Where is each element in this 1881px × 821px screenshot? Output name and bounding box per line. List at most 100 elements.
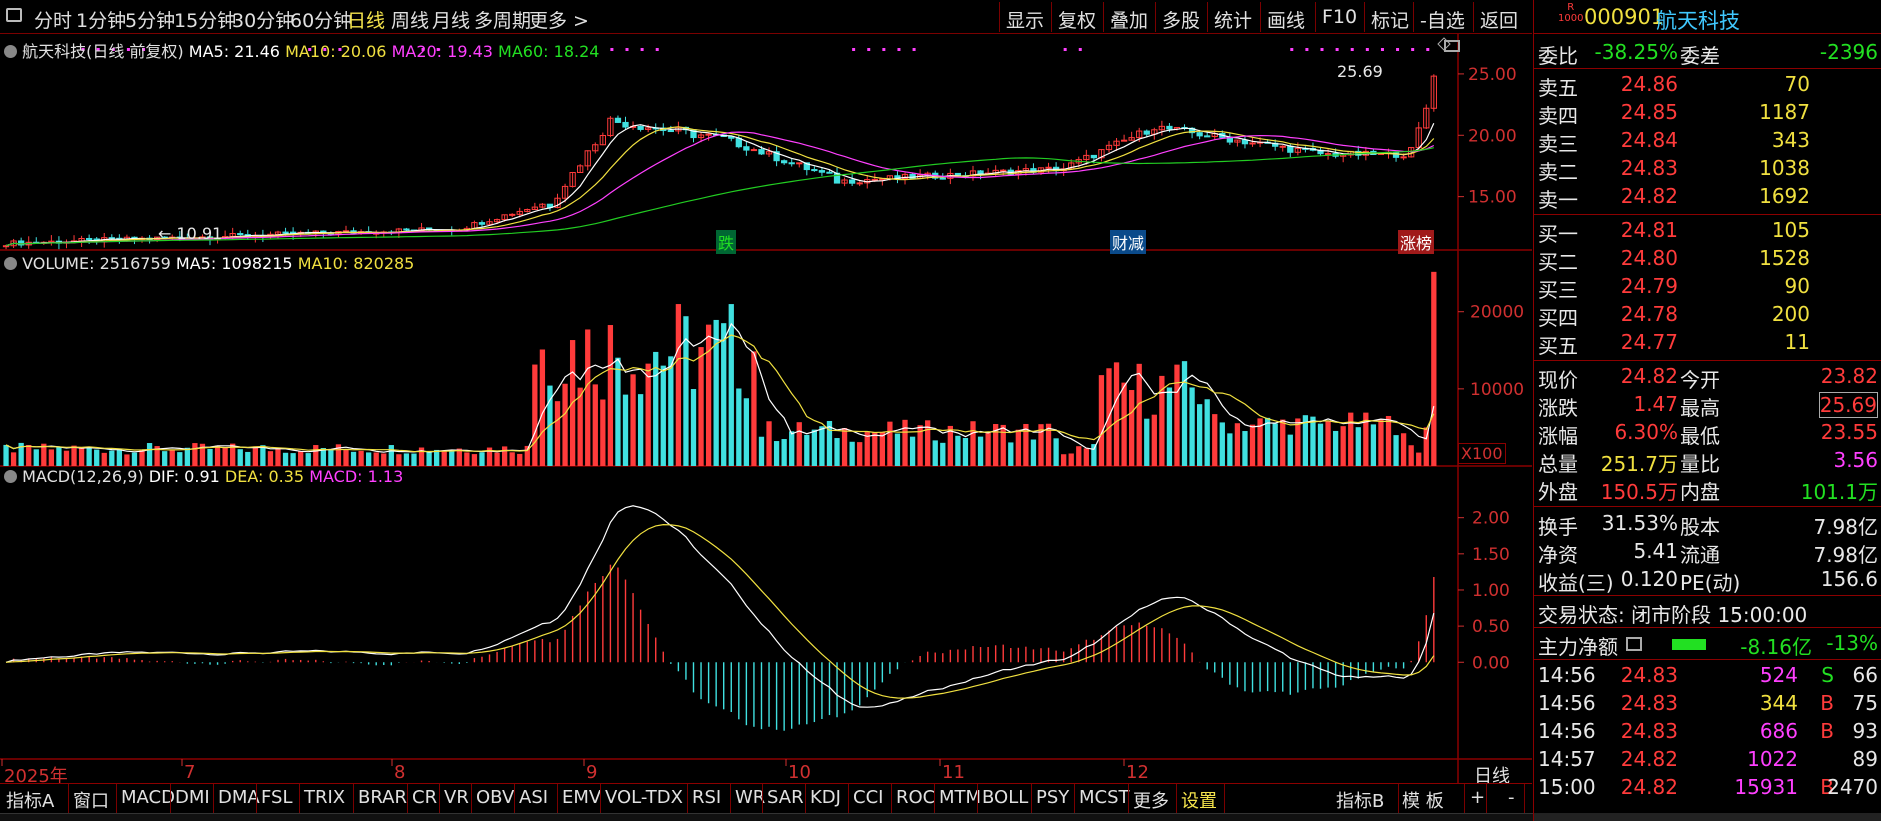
quote-label: 现价 [1538,368,1578,392]
indicator-tab-5[interactable]: FSL [261,787,293,808]
indicator-tab-2[interactable]: MACD [121,787,175,808]
event-tag-fall[interactable]: 跌 [716,230,737,254]
event-tag-reduce[interactable]: 财减 [1110,230,1147,254]
bid-row[interactable]: 买一 24.81 105 [1534,218,1881,246]
volume-bar [562,383,568,466]
weicha-label: 委差 [1680,44,1720,68]
volume-bar [1008,442,1014,466]
period-tab-0[interactable]: 分时 [34,6,72,33]
tool-button-1[interactable]: 复权 [1058,6,1096,33]
quote-label: 流通 [1680,543,1720,567]
indicator-tabs: 指标A 窗口 MACD DMI DMA FSL TRIX BRAR CR VR OBV ASI EMV V… [0,783,1532,814]
tool-button-2[interactable]: 叠加 [1110,6,1148,33]
ask-row[interactable]: 卖五 24.86 70 [1534,72,1881,100]
tool-button-6[interactable]: F10 [1322,6,1357,28]
quote-label: 股本 [1680,515,1720,539]
period-tab-3[interactable]: 15分钟 [174,6,236,33]
toolbar-divider [1260,2,1261,32]
volume-bar [222,447,228,466]
quote-row: 现价 24.82 今开 23.82 [1534,364,1881,392]
signal-dot [1078,48,1082,51]
indicator-tab-0[interactable]: 指标A [6,787,54,813]
bid-row[interactable]: 买四 24.78 200 [1534,302,1881,330]
low-price-value: 10.91 [176,224,223,243]
period-tab-4[interactable]: 30分钟 [232,6,294,33]
ask-row[interactable]: 卖四 24.85 1187 [1534,100,1881,128]
list-icon[interactable] [1626,637,1642,651]
indicator-tab-21[interactable]: BOLL [982,787,1028,808]
indicator-tab-26[interactable]: 指标B [1336,787,1384,813]
event-tag-rank[interactable]: 涨榜 [1398,230,1435,254]
bid-row[interactable]: 买三 24.79 90 [1534,274,1881,302]
quote-row: 换手 31.53% 股本 7.98亿 [1534,511,1881,539]
indicator-tab-15[interactable]: WR [735,787,765,808]
indicator-tab-17[interactable]: KDJ [810,787,841,808]
window-menu-icon[interactable] [6,8,22,22]
period-tab-7[interactable]: 周线 [391,6,429,33]
indicator-tab-1[interactable]: 窗口 [73,787,109,813]
indicator-tab-9[interactable]: VR [444,787,469,808]
bid-row[interactable]: 买二 24.80 1528 [1534,246,1881,274]
tool-button-3[interactable]: 多股 [1162,6,1200,33]
indicator-tab-4[interactable]: DMA [218,787,260,808]
volume-bar [426,451,432,466]
ask-volume: 1038 [1759,156,1810,180]
indicator-tab-29[interactable]: - [1508,787,1515,808]
tool-button-9[interactable]: 返回 [1480,6,1518,33]
indicator-tab-23[interactable]: MCST [1079,787,1130,808]
main-flow-label: 主力净额 [1538,635,1618,659]
ask-row[interactable]: 卖一 24.82 1692 [1534,184,1881,212]
tool-button-0[interactable]: 显示 [1006,6,1044,33]
indicator-tab-12[interactable]: EMV [562,787,601,808]
volume-bar [1280,419,1286,466]
indicator-tab-3[interactable]: DMI [175,787,210,808]
indicator-tab-11[interactable]: ASI [519,787,548,808]
scroll-indicator[interactable] [1534,813,1881,821]
tick-volume: 524 [1759,663,1798,687]
panel-collapse-icon[interactable] [4,257,17,270]
indicator-tab-6[interactable]: TRIX [304,787,345,808]
ask-row[interactable]: 卖二 24.83 1038 [1534,156,1881,184]
indicator-tab-22[interactable]: PSY [1036,787,1069,808]
indicator-tab-14[interactable]: RSI [692,787,721,808]
indicator-tab-25[interactable]: 设置 [1181,787,1217,813]
volume-bar [1400,433,1407,466]
tool-button-8[interactable]: -自选 [1420,6,1465,33]
volume-bar [1076,446,1082,466]
indicator-tab-27[interactable]: 模 板 [1402,787,1444,813]
panel-toggle-icon[interactable] [1444,40,1460,52]
period-tab-5[interactable]: 60分钟 [290,6,352,33]
volume-bar [1264,417,1271,466]
tool-button-7[interactable]: 标记 [1371,6,1409,33]
period-tab-6[interactable]: 日线 [347,6,385,33]
tab-divider [687,784,688,814]
indicator-tab-20[interactable]: MTM [939,787,981,808]
period-tab-2[interactable]: 5分钟 [125,6,175,33]
indicator-tab-18[interactable]: CCI [853,787,883,808]
period-tab-1[interactable]: 1分钟 [76,6,126,33]
period-tab-9[interactable]: 多周期 [474,6,531,33]
ask-volume: 343 [1771,128,1810,152]
quote-row: 净资 5.41 流通 7.98亿 [1534,539,1881,567]
volume-bar [834,438,840,466]
volume-bar [86,446,92,466]
panel-collapse-icon[interactable] [4,45,17,58]
indicator-tab-8[interactable]: CR [412,787,437,808]
ask-row[interactable]: 卖三 24.84 343 [1534,128,1881,156]
period-tab-10[interactable]: 更多 > [529,6,589,33]
indicator-tab-10[interactable]: OBV [476,787,514,808]
indicator-tab-28[interactable]: + [1470,787,1485,808]
chart-area[interactable]: 25.00 20.00 15.00 20000 10000 2.00 1.50 1.00 0.5… [0,34,1532,783]
volume-bar [1332,430,1339,466]
indicator-tab-19[interactable]: ROC [896,787,935,808]
panel-collapse-icon[interactable] [4,470,17,483]
bid-row[interactable]: 买五 24.77 11 [1534,330,1881,358]
indicator-tab-24[interactable]: 更多 [1133,787,1169,813]
tool-button-4[interactable]: 统计 [1214,6,1252,33]
indicator-tab-16[interactable]: SAR [767,787,804,808]
period-tab-8[interactable]: 月线 [432,6,470,33]
tick-side: B [1820,719,1834,743]
tool-button-5[interactable]: 画线 [1267,6,1305,33]
indicator-tab-7[interactable]: BRAR [358,787,407,808]
indicator-tab-13[interactable]: VOL-TDX [605,787,683,808]
